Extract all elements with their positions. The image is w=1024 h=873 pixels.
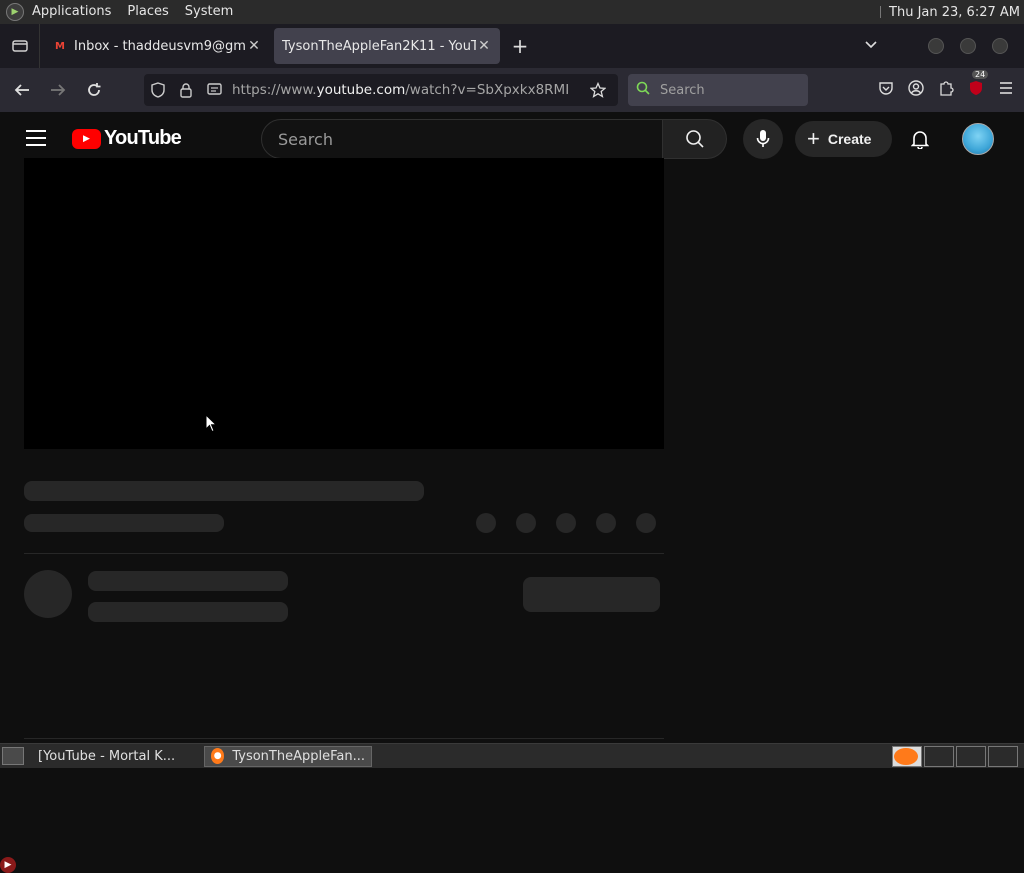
youtube-search-input[interactable]: Search <box>261 119 663 159</box>
app-menu-icon[interactable] <box>998 81 1014 99</box>
reader-view-icon[interactable] <box>200 74 228 106</box>
search-bar[interactable]: Search <box>628 74 808 106</box>
notifications-bell-icon[interactable] <box>906 125 934 153</box>
minimize-window-button[interactable] <box>928 38 944 54</box>
tab-title: TysonTheAppleFan2K11 - YouTube <box>282 38 476 54</box>
back-button[interactable] <box>8 76 36 104</box>
account-icon[interactable] <box>908 80 924 100</box>
top-panel: ▶ Applications Places System Thu Jan 23,… <box>0 0 1024 24</box>
tab-list-icon <box>11 40 28 52</box>
subscribe-placeholder <box>523 577 660 612</box>
youtube-search-placeholder: Search <box>278 129 333 149</box>
applications-menu[interactable]: Applications <box>24 0 119 24</box>
bottom-taskbar: ▶ [YouTube - Mortal K... ● TysonTheApple… <box>0 743 1024 873</box>
places-menu[interactable]: Places <box>119 0 176 24</box>
divider <box>24 553 664 554</box>
list-all-tabs-button[interactable] <box>0 24 40 68</box>
clock[interactable]: Thu Jan 23, 6:27 AM <box>889 5 1024 20</box>
system-menu[interactable]: System <box>177 0 241 24</box>
youtube-page: ▶ YouTube Search + Create <box>0 113 1024 743</box>
gmail-icon: M <box>55 40 65 52</box>
back-arrow-icon <box>14 84 29 96</box>
maximize-window-button[interactable] <box>960 38 976 54</box>
action-placeholder <box>556 513 576 533</box>
workspace-2[interactable] <box>924 745 954 767</box>
microphone-icon <box>756 130 770 147</box>
url-bar[interactable]: https://www.youtube.com/watch?v=SbXpxkx8… <box>144 74 618 106</box>
search-engine-icon <box>636 81 660 99</box>
url-text[interactable]: https://www.youtube.com/watch?v=SbXpxkx8… <box>228 82 584 98</box>
chevron-down-icon[interactable] <box>864 39 878 54</box>
youtube-play-icon: ▶ <box>72 128 101 149</box>
ublock-origin-icon[interactable]: 24 <box>968 70 989 100</box>
youtube-wordmark: YouTube <box>104 127 182 149</box>
youtube-search-button[interactable] <box>663 119 727 159</box>
avatar[interactable] <box>962 123 994 155</box>
lock-icon[interactable] <box>172 74 200 106</box>
voice-search-button[interactable] <box>743 119 783 159</box>
distro-logo-icon[interactable]: ▶ <box>6 3 24 21</box>
show-desktop-button[interactable] <box>2 747 24 765</box>
tab-gmail[interactable]: M Inbox - thaddeusvm9@gmail.com ✕ <box>44 28 270 64</box>
search-placeholder: Search <box>660 82 705 98</box>
url-path: /watch?v=SbXpxkx8RMI <box>405 82 570 98</box>
plus-icon: + <box>807 126 820 151</box>
close-tab-icon[interactable]: ✕ <box>476 38 492 54</box>
taskbar-window-title: [YouTube - Mortal K... <box>38 748 176 764</box>
ublock-badge: 24 <box>972 70 989 79</box>
mouse-cursor-icon <box>205 414 217 433</box>
action-placeholder <box>596 513 616 533</box>
video-player[interactable] <box>24 158 664 449</box>
youtube-logo[interactable]: ▶ YouTube <box>72 127 182 150</box>
tab-bar: M Inbox - thaddeusvm9@gmail.com ✕ ▶ Tyso… <box>0 24 1024 147</box>
channel-name-placeholder <box>88 571 288 591</box>
forward-arrow-icon <box>51 84 66 96</box>
action-placeholder <box>516 513 536 533</box>
panel-separator <box>880 6 882 18</box>
action-placeholder <box>476 513 496 533</box>
reload-button[interactable] <box>80 76 108 104</box>
meta-placeholder <box>24 514 224 532</box>
create-button[interactable]: + Create <box>795 121 892 157</box>
divider <box>24 738 664 739</box>
new-tab-button[interactable]: + <box>506 32 534 60</box>
workspace-3[interactable] <box>956 745 986 767</box>
guide-menu-icon[interactable] <box>26 130 46 146</box>
forward-button[interactable] <box>44 76 72 104</box>
workspace-1[interactable] <box>892 745 922 767</box>
search-icon <box>685 130 704 148</box>
title-placeholder <box>24 481 424 501</box>
url-host: youtube.com <box>316 82 406 98</box>
taskbar-window-title: TysonTheAppleFan... <box>232 748 365 764</box>
create-label: Create <box>827 131 872 147</box>
bookmark-star-icon[interactable] <box>584 74 612 106</box>
extensions-puzzle-icon[interactable] <box>938 80 954 100</box>
workspace-window-thumbnail <box>894 747 918 765</box>
tab-youtube[interactable]: ▶ TysonTheAppleFan2K11 - YouTube ✕ <box>0 28 500 147</box>
tab-title: Inbox - thaddeusvm9@gmail.com <box>74 38 246 54</box>
close-tab-icon[interactable]: ✕ <box>246 38 262 54</box>
action-placeholder <box>636 513 656 533</box>
close-window-button[interactable] <box>992 38 1008 54</box>
workspace-4[interactable] <box>988 745 1018 767</box>
tracking-shield-icon[interactable] <box>144 74 172 106</box>
toolbar-icons: 24 <box>878 68 1014 112</box>
taskbar-window-firefox[interactable]: ● TysonTheAppleFan... <box>204 745 372 767</box>
url-prefix: https://www. <box>232 82 317 98</box>
taskbar-window-youtube-mortal[interactable]: ▶ [YouTube - Mortal K... <box>0 746 200 873</box>
firefox-icon: ● <box>211 748 225 764</box>
pocket-icon[interactable] <box>878 81 894 100</box>
channel-avatar-placeholder <box>24 570 72 618</box>
navigation-bar: https://www.youtube.com/watch?v=SbXpxkx8… <box>0 68 1024 181</box>
reload-icon <box>88 83 101 96</box>
channel-subs-placeholder <box>88 602 288 622</box>
